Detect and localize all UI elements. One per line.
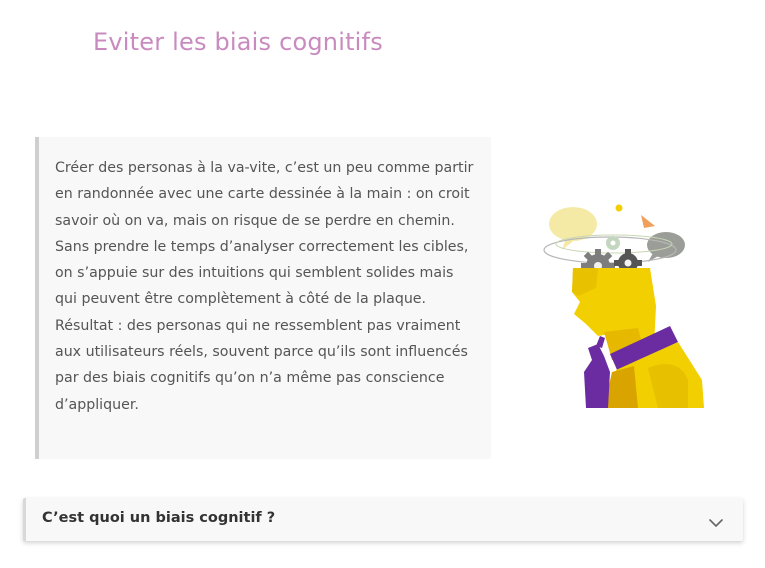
accordion-label: C’est quoi un biais cognitif ? (42, 510, 276, 526)
accordion-biais-cognitif[interactable]: C’est quoi un biais cognitif ? (23, 498, 743, 541)
thinking-head-illustration (538, 196, 708, 410)
chevron-down-icon[interactable] (709, 513, 723, 527)
section-title: Eviter les biais cognitifs (93, 28, 383, 56)
illustration-svg (543, 204, 704, 408)
blockquote-text: Créer des personas à la va-vite, c’est u… (55, 160, 474, 413)
blockquote: Créer des personas à la va-vite, c’est u… (35, 137, 491, 459)
orange-arrow (641, 215, 655, 228)
page: Eviter les biais cognitifs Créer des per… (0, 0, 765, 568)
hand (584, 344, 610, 408)
gear-icon-light (606, 236, 620, 250)
lightbulb-dot (615, 204, 623, 212)
